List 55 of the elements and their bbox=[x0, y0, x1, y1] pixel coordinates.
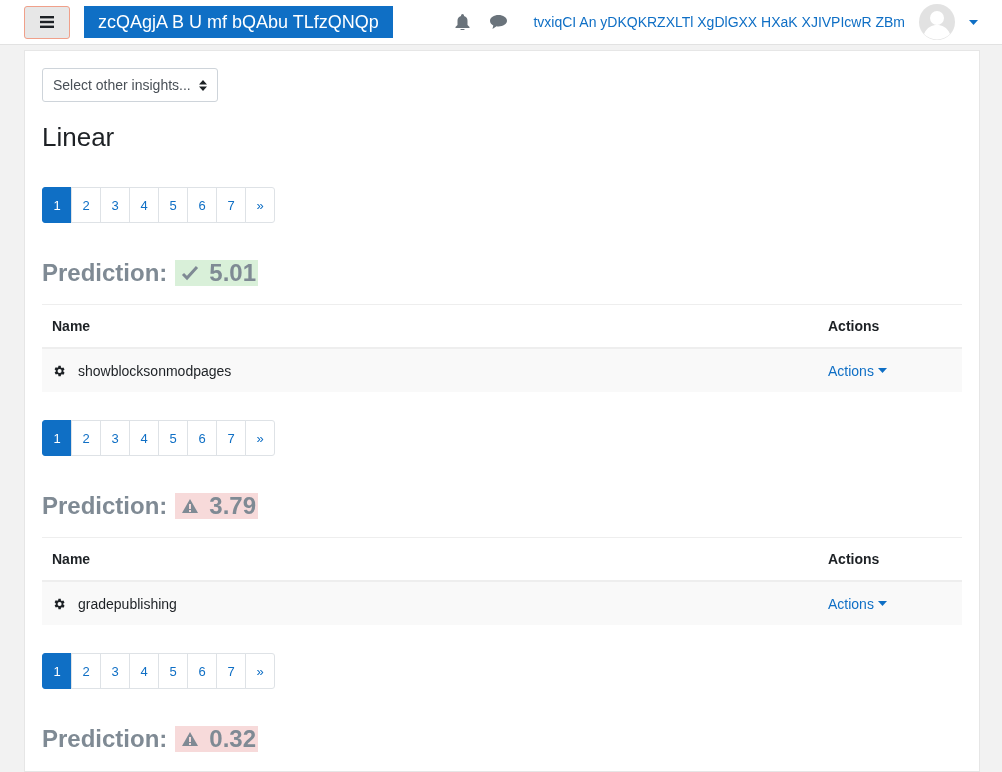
next-page-link[interactable]: » bbox=[245, 653, 275, 689]
column-header: Actions bbox=[827, 551, 880, 567]
page-link[interactable]: 1 bbox=[42, 420, 72, 456]
page-link[interactable]: 4 bbox=[129, 653, 159, 689]
bell-icon[interactable] bbox=[455, 14, 471, 30]
page-link[interactable]: 6 bbox=[187, 653, 217, 689]
caret-icon[interactable] bbox=[969, 19, 978, 25]
table-cell-text: gradepublishing bbox=[77, 595, 177, 612]
sort-icon bbox=[198, 79, 207, 91]
actions-link[interactable]: Actions bbox=[818, 595, 887, 612]
speech-bubble-icon[interactable] bbox=[490, 15, 508, 29]
prediction-badge: 5.01 bbox=[175, 260, 259, 286]
column-header: Name bbox=[51, 318, 91, 334]
page-link[interactable]: 2 bbox=[71, 420, 101, 456]
prediction-label: Prediction: bbox=[42, 259, 168, 287]
page-link[interactable]: 6 bbox=[187, 187, 217, 223]
check-icon bbox=[181, 265, 200, 281]
site-name[interactable]: zcQAgjA B U mf bQAbu TLfzQNQp bbox=[84, 6, 393, 38]
warning-icon bbox=[181, 731, 200, 747]
column-header: Actions bbox=[827, 318, 880, 334]
page-link[interactable]: 3 bbox=[100, 420, 130, 456]
page-link[interactable]: 5 bbox=[158, 420, 188, 456]
page-link[interactable]: 5 bbox=[158, 653, 188, 689]
column-header: Name bbox=[51, 551, 91, 567]
page-link[interactable]: 7 bbox=[216, 653, 246, 689]
actions-link[interactable]: Actions bbox=[818, 362, 887, 379]
page-heading: Linear bbox=[42, 122, 116, 153]
prediction-badge: 3.79 bbox=[175, 493, 259, 519]
page-link[interactable]: 5 bbox=[158, 187, 188, 223]
table-cell-text: showblocksonmodpages bbox=[77, 362, 232, 379]
menu-button[interactable] bbox=[24, 5, 70, 39]
page-link[interactable]: 3 bbox=[100, 187, 130, 223]
page-link[interactable]: 4 bbox=[129, 187, 159, 223]
user-name-link[interactable]: tvxiqCI An yDKQKRZXLTl XgDlGXX HXaK XJIVPIcwR ZBm bbox=[533, 14, 905, 30]
prediction-label: Prediction: bbox=[42, 492, 168, 520]
page-link[interactable]: 1 bbox=[42, 187, 72, 223]
warning-icon bbox=[181, 498, 200, 514]
caret-icon bbox=[877, 601, 887, 606]
page-link[interactable]: 6 bbox=[187, 420, 217, 456]
page-link[interactable]: 4 bbox=[129, 420, 159, 456]
caret-icon bbox=[877, 368, 887, 373]
page-link[interactable]: 2 bbox=[71, 187, 101, 223]
gear-icon bbox=[52, 596, 66, 611]
page-link[interactable]: 1 bbox=[42, 653, 72, 689]
menu-icon bbox=[40, 16, 54, 28]
insight-select[interactable]: Select other insights... bbox=[42, 68, 218, 102]
gear-icon bbox=[52, 363, 66, 378]
page-link[interactable]: 3 bbox=[100, 653, 130, 689]
next-page-link[interactable]: » bbox=[245, 420, 275, 456]
prediction-label: Prediction: bbox=[42, 725, 168, 753]
prediction-badge: 0.32 bbox=[175, 726, 259, 752]
page-link[interactable]: 2 bbox=[71, 653, 101, 689]
page-link[interactable]: 7 bbox=[216, 187, 246, 223]
page-link[interactable]: 7 bbox=[216, 420, 246, 456]
next-page-link[interactable]: » bbox=[245, 187, 275, 223]
